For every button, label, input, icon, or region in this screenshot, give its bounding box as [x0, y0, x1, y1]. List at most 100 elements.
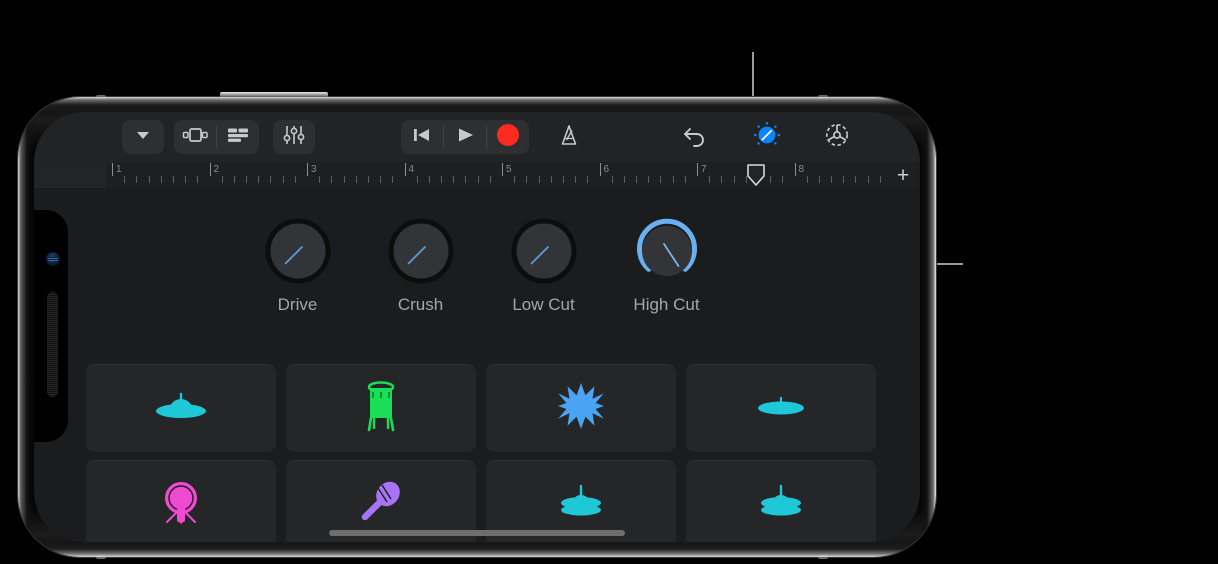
maraca-icon [357, 480, 405, 529]
settings-button[interactable] [815, 120, 859, 154]
track-view-button[interactable] [174, 120, 216, 154]
ruler-sub-tick [392, 176, 394, 183]
ruler-bar-number: 8 [798, 164, 805, 175]
ruler-sub-tick [294, 176, 296, 183]
undo-button[interactable] [673, 120, 717, 154]
rewind-button[interactable] [401, 120, 443, 154]
ruler-sub-tick [270, 176, 272, 183]
ruler-sub-tick [148, 176, 150, 183]
pad-clap-burst[interactable] [486, 364, 676, 452]
low-cut-knob-label: Low Cut [512, 295, 575, 314]
ruler-sub-tick [660, 176, 662, 183]
high-cut-knob-label: High Cut [633, 295, 700, 314]
playhead-marker[interactable] [746, 164, 765, 186]
play-button[interactable] [444, 120, 486, 154]
browser-button-group [122, 120, 164, 154]
ruler-sub-tick [721, 176, 723, 183]
browser-chevron-down-button[interactable] [122, 120, 164, 154]
antenna-band [96, 95, 106, 99]
drive-knob[interactable] [265, 218, 331, 284]
high-cut-knob[interactable] [634, 218, 700, 284]
ruler-sub-tick [124, 176, 126, 183]
mixer-button-group [273, 120, 315, 154]
home-indicator[interactable] [329, 530, 625, 536]
flat-cymbal-icon [755, 394, 807, 423]
fx-knob-crush[interactable]: Crush [359, 218, 482, 315]
record-icon [496, 123, 520, 152]
ruler-sub-tick [855, 176, 857, 183]
hihat-icon [555, 484, 607, 525]
ruler-sub-tick [465, 176, 467, 183]
ruler-header-area [34, 162, 106, 188]
knob-icon [752, 120, 782, 155]
pad-hihat-open[interactable] [686, 460, 876, 542]
ruler-sub-tick [185, 176, 187, 183]
pad-gong[interactable] [86, 460, 276, 542]
ruler-sub-tick [611, 176, 613, 183]
ruler-sub-tick [538, 176, 540, 183]
gear-icon [823, 121, 851, 154]
antenna-band [818, 95, 828, 99]
ruler-sub-tick [453, 176, 455, 183]
conga-drum-icon [360, 378, 402, 439]
ruler-bar-line [697, 163, 698, 176]
ruler-sub-tick [233, 176, 235, 183]
iphone-device-frame: 12345678 + Drive Crush Low Cut High Cut [18, 92, 936, 559]
ruler-bar-number: 6 [603, 164, 610, 175]
crash-cymbal-icon [152, 390, 210, 427]
ruler-sub-tick [770, 176, 772, 183]
mixer-button[interactable] [273, 120, 315, 154]
gong-icon [157, 478, 205, 531]
pad-conga[interactable] [286, 364, 476, 452]
ruler-sub-tick [818, 176, 820, 183]
ruler-sub-tick [782, 176, 784, 183]
starburst-icon [558, 382, 604, 434]
fx-knob-drive[interactable]: Drive [236, 218, 359, 315]
fx-knobs-button[interactable] [745, 120, 789, 154]
track-list-button[interactable] [217, 120, 259, 154]
antenna-band [96, 555, 106, 559]
ruler-bar-number: 2 [213, 164, 220, 175]
ruler-sub-tick [221, 176, 223, 183]
drummer-fx-panel: Drive Crush Low Cut High Cut [34, 188, 920, 542]
ruler-sub-tick [258, 176, 260, 183]
sliders-icon [282, 124, 306, 151]
ruler-bar-line [599, 163, 601, 176]
record-button[interactable] [487, 120, 529, 154]
crush-knob[interactable] [388, 218, 454, 284]
track-view-icon [182, 125, 208, 150]
ruler-sub-tick [806, 176, 808, 183]
ruler-sub-tick [380, 176, 382, 183]
metronome-button[interactable] [547, 120, 591, 154]
rewind-icon [411, 125, 433, 150]
ruler-sub-tick [575, 176, 577, 183]
ruler-bar-line [112, 163, 113, 176]
volume-button[interactable] [220, 92, 328, 98]
ruler-bar-number: 1 [116, 164, 122, 175]
ruler-sub-tick [684, 176, 686, 183]
fx-knob-low-cut[interactable]: Low Cut [482, 218, 605, 315]
ruler-sub-tick [355, 176, 357, 183]
ruler-sub-tick [282, 176, 284, 183]
ruler-sub-tick [197, 176, 199, 183]
fx-knob-high-cut[interactable]: High Cut [605, 218, 728, 315]
ruler-sub-tick [843, 176, 845, 183]
drive-knob-label: Drive [277, 295, 318, 314]
ruler-sub-tick [246, 176, 248, 183]
ruler-bar-line [404, 163, 406, 176]
ruler-sub-tick [343, 176, 345, 183]
fx-knob-row: Drive Crush Low Cut High Cut [236, 218, 728, 315]
track-list-icon [226, 125, 250, 150]
add-track-button[interactable]: + [892, 163, 914, 187]
ruler-sub-tick [672, 176, 674, 183]
timeline-ruler[interactable]: 1 2 3 4 5 6 7 8 + [34, 162, 920, 189]
ruler-sub-tick [416, 176, 418, 183]
ruler-sub-tick [733, 176, 735, 183]
pad-crash-cymbal[interactable] [86, 364, 276, 452]
earpiece-speaker [47, 292, 58, 397]
chevron-down-icon [133, 125, 153, 150]
pad-ride-cymbal[interactable] [686, 364, 876, 452]
ruler-sub-tick [526, 176, 528, 183]
low-cut-knob[interactable] [511, 218, 577, 284]
drum-pad-grid [86, 364, 886, 542]
